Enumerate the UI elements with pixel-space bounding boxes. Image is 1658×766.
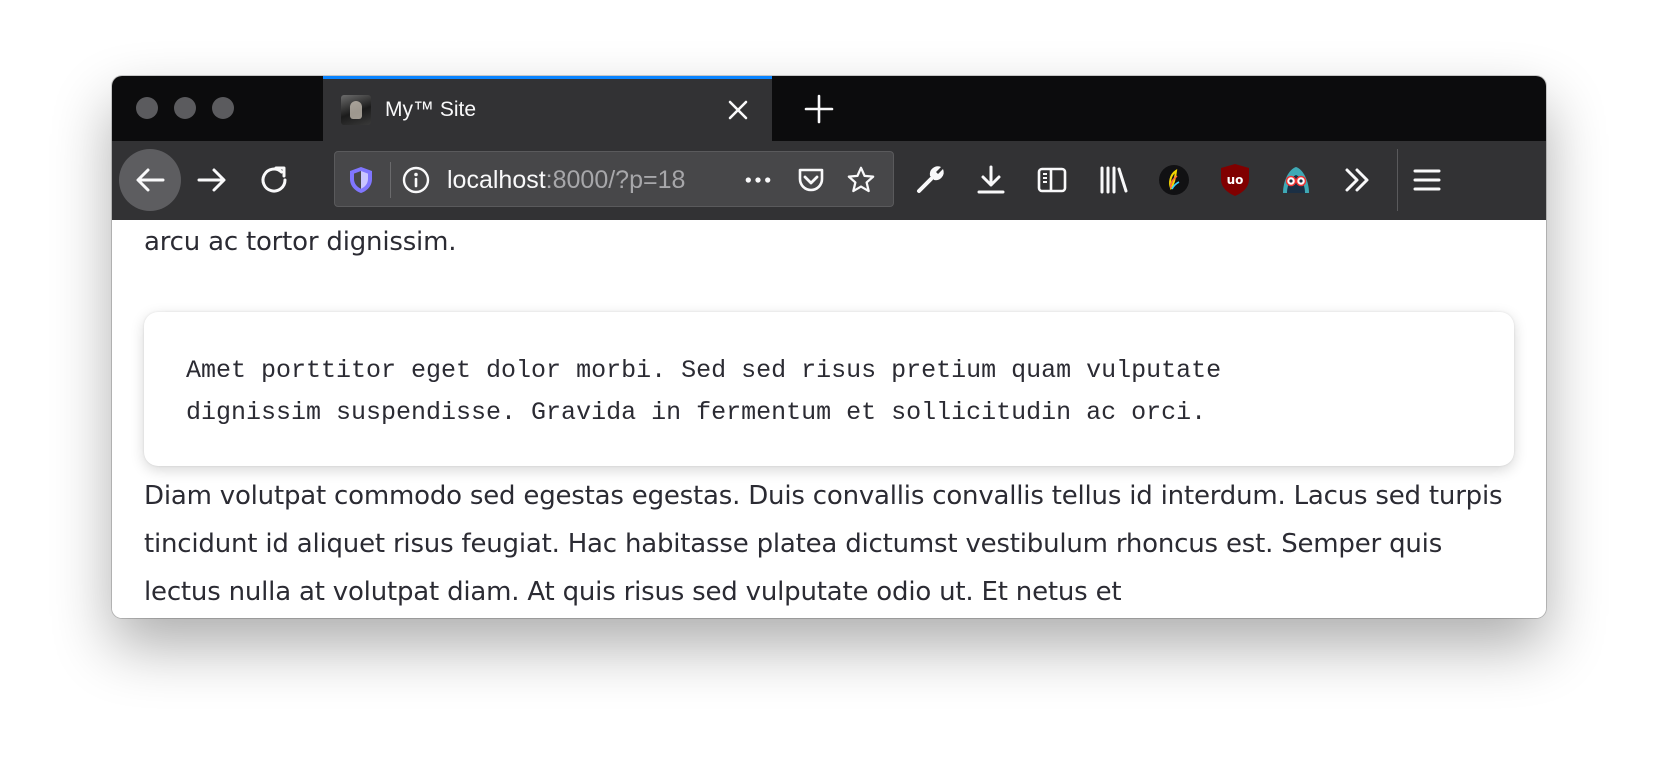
tab-active[interactable]: My™ Site <box>323 76 772 141</box>
portrait-favicon-icon <box>341 95 371 125</box>
developer-tools-button[interactable] <box>899 149 961 211</box>
url-bar-separator <box>390 162 391 198</box>
forward-arrow-icon <box>197 168 226 192</box>
privacy-badger-icon <box>1283 167 1309 193</box>
bookmark-star-icon[interactable] <box>846 165 876 195</box>
page-actions-more-icon[interactable] <box>743 165 773 195</box>
info-icon[interactable] <box>401 165 431 195</box>
tab-title: My™ Site <box>385 98 477 121</box>
downloads-icon <box>977 165 1005 194</box>
screenshot-stage: My™ Site localhost:8000/?p=18 uo arcu ac… <box>0 0 1658 766</box>
url-host: localhost <box>447 166 546 194</box>
downloads-button[interactable] <box>960 149 1022 211</box>
overflow-menu-button[interactable] <box>1326 149 1388 211</box>
sidebar-button[interactable] <box>1021 149 1083 211</box>
url-port-query: :8000/?p=18 <box>545 166 686 194</box>
edge-extension-button[interactable] <box>1143 149 1205 211</box>
ublock-origin-button[interactable]: uo <box>1204 149 1266 211</box>
window-zoom-button[interactable] <box>212 97 234 119</box>
code-block-text: Amet porttitor eget dolor morbi. Sed sed… <box>186 356 1222 427</box>
window-close-button[interactable] <box>136 97 158 119</box>
tab-close-icon[interactable] <box>725 97 751 123</box>
back-arrow-icon <box>136 168 165 192</box>
app-menu-button[interactable] <box>1396 149 1458 211</box>
paragraph-top-tail: arcu ac tortor dignissim. <box>144 227 457 257</box>
forward-button[interactable] <box>181 149 243 211</box>
privacy-shield-icon[interactable] <box>346 165 376 195</box>
back-button[interactable] <box>119 149 181 211</box>
edge-extension-icon <box>1159 165 1189 195</box>
library-icon <box>1100 166 1128 194</box>
library-button[interactable] <box>1082 149 1144 211</box>
ublock-origin-icon: uo <box>1221 164 1249 196</box>
new-tab-plus-icon[interactable] <box>802 92 836 126</box>
reload-button[interactable] <box>243 149 305 211</box>
pocket-icon[interactable] <box>796 165 826 195</box>
page-content: arcu ac tortor dignissim. Amet porttitor… <box>112 220 1546 618</box>
developer-tools-wrench-icon <box>917 166 944 193</box>
reload-icon <box>261 166 287 193</box>
nav-toolbar: localhost:8000/?p=18 uo <box>112 141 1546 220</box>
url-text[interactable]: localhost:8000/?p=18 <box>447 165 685 195</box>
tab-strip: My™ Site <box>112 76 1546 141</box>
code-block: Amet porttitor eget dolor morbi. Sed sed… <box>144 312 1514 466</box>
url-bar[interactable]: localhost:8000/?p=18 <box>334 151 894 207</box>
paragraph-top: arcu ac tortor dignissim. <box>144 220 1516 266</box>
svg-text:uo: uo <box>1227 173 1244 187</box>
overflow-chevrons-icon <box>1345 168 1369 192</box>
privacy-badger-button[interactable] <box>1265 149 1327 211</box>
hamburger-menu-icon <box>1413 169 1441 191</box>
sidebar-icon <box>1037 167 1067 193</box>
paragraph-bottom: Diam volutpat commodo sed egestas egesta… <box>144 481 1503 607</box>
window-minimize-button[interactable] <box>174 97 196 119</box>
browser-window: My™ Site localhost:8000/?p=18 uo arcu ac… <box>112 76 1546 618</box>
